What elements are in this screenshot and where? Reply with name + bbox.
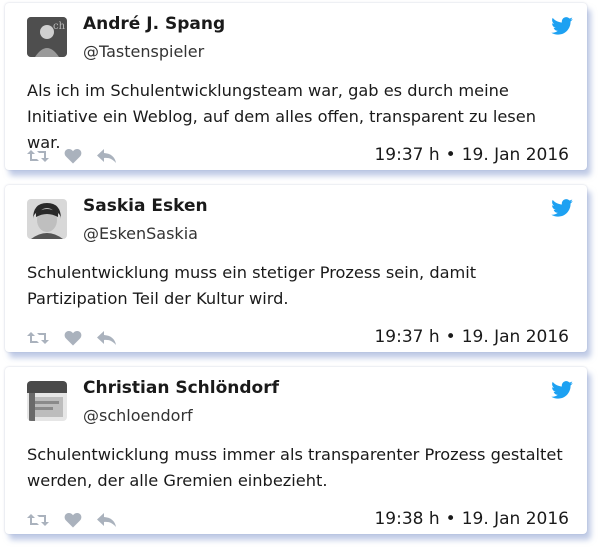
tweet-date: 19. Jan 2016 <box>461 145 569 165</box>
author-name[interactable]: Christian Schlöndorf <box>83 378 279 398</box>
twitter-bird-icon[interactable] <box>551 381 573 399</box>
tweet-time: 19:37 h <box>374 145 440 165</box>
heart-icon[interactable] <box>64 329 82 347</box>
svg-text:ch: ch <box>53 21 66 32</box>
reply-icon[interactable] <box>97 329 117 347</box>
author-handle[interactable]: @schloendorf <box>83 406 193 425</box>
author-name[interactable]: Saskia Esken <box>83 196 208 216</box>
retweet-icon[interactable] <box>27 329 49 347</box>
avatar[interactable] <box>27 381 67 421</box>
tweet-feed: ch André J. Spang @Tastenspieler Als ich… <box>0 0 605 557</box>
tweet-card[interactable]: Christian Schlöndorf @schloendorf Schule… <box>5 367 587 534</box>
tweet-card[interactable]: ch André J. Spang @Tastenspieler Als ich… <box>5 3 587 170</box>
separator-dot: • <box>445 145 456 165</box>
tweet-actions <box>27 328 132 348</box>
avatar[interactable]: ch <box>27 17 67 57</box>
avatar[interactable] <box>27 199 67 239</box>
tweet-time: 19:38 h <box>374 509 440 529</box>
heart-icon[interactable] <box>64 147 82 165</box>
twitter-bird-icon[interactable] <box>551 199 573 217</box>
tweet-time: 19:37 h <box>374 327 440 347</box>
tweet-text: Schulentwicklung muss immer als transpar… <box>27 445 563 490</box>
reply-icon[interactable] <box>97 511 117 529</box>
retweet-icon[interactable] <box>27 511 49 529</box>
separator-dot: • <box>445 509 456 529</box>
tweet-card[interactable]: Saskia Esken @EskenSaskia Schulentwicklu… <box>5 185 587 352</box>
tweet-text: Schulentwicklung muss ein stetiger Proze… <box>27 263 477 308</box>
tweet-timestamp[interactable]: 19:37 h • 19. Jan 2016 <box>374 145 569 165</box>
tweet-actions <box>27 146 132 166</box>
tweet-timestamp[interactable]: 19:38 h • 19. Jan 2016 <box>374 509 569 529</box>
tweet-date: 19. Jan 2016 <box>461 509 569 529</box>
tweet-timestamp[interactable]: 19:37 h • 19. Jan 2016 <box>374 327 569 347</box>
author-handle[interactable]: @EskenSaskia <box>83 224 198 243</box>
author-handle[interactable]: @Tastenspieler <box>83 42 204 61</box>
tweet-date: 19. Jan 2016 <box>461 327 569 347</box>
tweet-actions <box>27 510 132 530</box>
reply-icon[interactable] <box>97 147 117 165</box>
twitter-bird-icon[interactable] <box>551 17 573 35</box>
separator-dot: • <box>445 327 456 347</box>
author-name[interactable]: André J. Spang <box>83 14 225 34</box>
retweet-icon[interactable] <box>27 147 49 165</box>
heart-icon[interactable] <box>64 511 82 529</box>
